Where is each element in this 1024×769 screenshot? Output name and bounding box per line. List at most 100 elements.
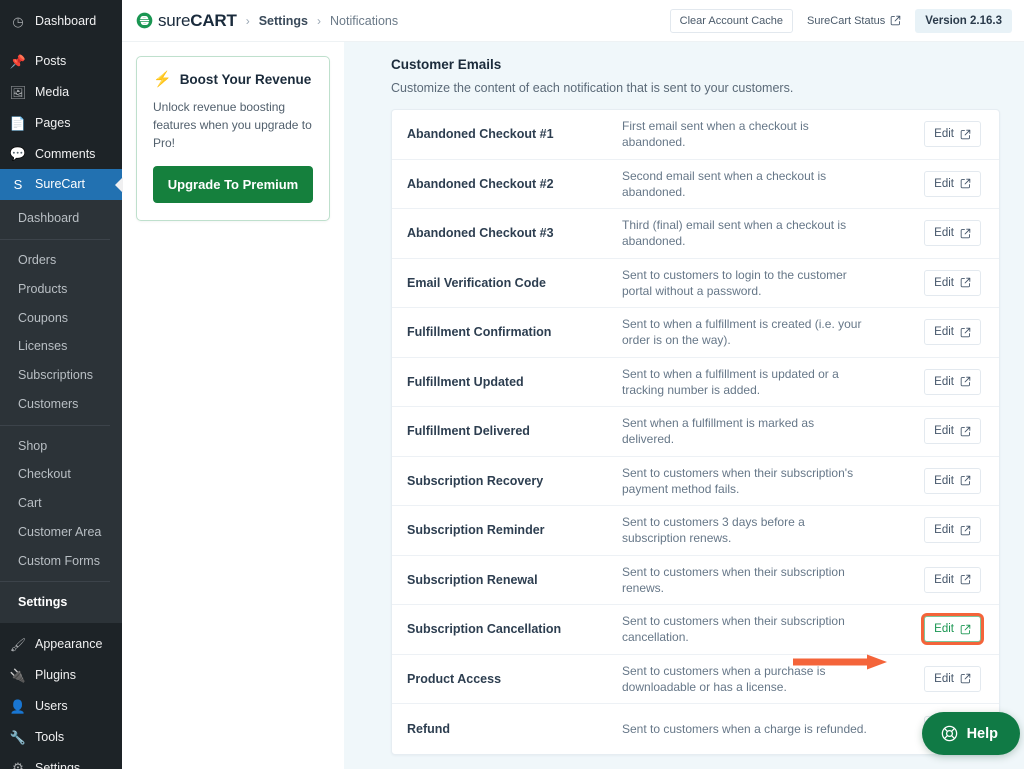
- help-label: Help: [967, 726, 998, 742]
- external-link-icon: [960, 277, 971, 288]
- external-link-icon: [960, 574, 971, 585]
- edit-button-label: Edit: [934, 623, 954, 635]
- notification-name: Abandoned Checkout #1: [407, 127, 622, 141]
- brush-icon: 🖌: [9, 638, 27, 651]
- edit-button-label: Edit: [934, 326, 954, 338]
- edit-button-label: Edit: [934, 524, 954, 536]
- edit-button[interactable]: Edit: [924, 220, 981, 246]
- submenu-item-licenses[interactable]: Licenses: [0, 332, 122, 361]
- external-link-icon: [960, 525, 971, 536]
- surecart-logo[interactable]: sureCART: [136, 11, 237, 31]
- wp-menu-item-tools[interactable]: 🔧 Tools: [0, 722, 122, 753]
- wp-menu-item-label: Comments: [35, 146, 95, 163]
- promo-title: Boost Your Revenue: [180, 72, 312, 87]
- edit-button[interactable]: Edit: [924, 319, 981, 345]
- submenu-divider: [0, 239, 110, 240]
- edit-button[interactable]: Edit: [924, 666, 981, 692]
- wp-menu-item-posts[interactable]: 📌Posts: [0, 46, 122, 77]
- submenu-item-customer-area[interactable]: Customer Area: [0, 518, 122, 547]
- wp-menu-item-comments[interactable]: 💬Comments: [0, 139, 122, 170]
- wp-admin-top-menu: ◷ Dashboard 📌Posts🖼Media📄Pages💬CommentsSSu…: [0, 6, 122, 200]
- table-row: Subscription RecoverySent to customers w…: [392, 457, 999, 507]
- edit-button[interactable]: Edit: [924, 616, 981, 642]
- table-row: Fulfillment ConfirmationSent to when a f…: [392, 308, 999, 358]
- notification-description: Sent to customers when their subscriptio…: [622, 465, 882, 497]
- submenu-item-checkout[interactable]: Checkout: [0, 460, 122, 489]
- edit-button-label: Edit: [934, 178, 954, 190]
- edit-button-label: Edit: [934, 574, 954, 586]
- external-link-icon: [960, 228, 971, 239]
- submenu-item-cart[interactable]: Cart: [0, 489, 122, 518]
- notification-description: Sent when a fulfillment is marked as del…: [622, 415, 882, 447]
- edit-button[interactable]: Edit: [924, 121, 981, 147]
- row-actions: Edit: [924, 616, 981, 642]
- notification-description: Sent to customers to login to the custom…: [622, 267, 882, 299]
- wp-menu-item-plugins[interactable]: 🔌Plugins: [0, 660, 122, 691]
- edit-button[interactable]: Edit: [924, 369, 981, 395]
- brand-wordmark: sureCART: [158, 11, 237, 31]
- edit-button-label: Edit: [934, 128, 954, 140]
- wp-menu-item-dashboard[interactable]: ◷ Dashboard: [0, 6, 122, 37]
- brand-word-light: sure: [158, 11, 190, 30]
- wp-menu-item-label: Dashboard: [35, 13, 96, 30]
- wp-menu-item-surecart[interactable]: SSureCart: [0, 169, 122, 200]
- wp-menu-item-pages[interactable]: 📄Pages: [0, 108, 122, 139]
- main-region: sureCART › Settings › Notifications Clea…: [122, 0, 1024, 769]
- notification-name: Subscription Cancellation: [407, 622, 622, 636]
- external-link-icon: [960, 673, 971, 684]
- table-row: Fulfillment UpdatedSent to when a fulfil…: [392, 358, 999, 408]
- wp-admin-lower-menu: 🖌Appearance🔌Plugins👤Users 🔧 Tools ⚙Settings…: [0, 629, 122, 769]
- row-actions: Edit: [924, 567, 981, 593]
- submenu-item-settings[interactable]: Settings: [0, 588, 122, 617]
- edit-button-label: Edit: [934, 673, 954, 685]
- notification-description: Sent to customers when a charge is refun…: [622, 721, 882, 737]
- submenu-item-subscriptions[interactable]: Subscriptions: [0, 361, 122, 390]
- clear-account-cache-button[interactable]: Clear Account Cache: [670, 9, 793, 33]
- notifications-list: Abandoned Checkout #1First email sent wh…: [391, 109, 1000, 755]
- surecart-status-label: SureCart Status: [807, 15, 885, 27]
- edit-button[interactable]: Edit: [924, 270, 981, 296]
- table-row: Abandoned Checkout #2Second email sent w…: [392, 160, 999, 210]
- surecart-status-link[interactable]: SureCart Status: [807, 15, 901, 27]
- app-root: ◷Dashboard📌Posts🖼Media📄Pages💬CommentsSSu…: [0, 0, 1024, 769]
- version-badge: Version 2.16.3: [915, 9, 1012, 33]
- breadcrumb-notifications[interactable]: Notifications: [330, 14, 398, 28]
- upgrade-to-premium-button[interactable]: Upgrade To Premium: [153, 166, 313, 203]
- row-actions: Edit: [924, 220, 981, 246]
- pin-icon: 📌: [9, 55, 27, 68]
- submenu-item-products[interactable]: Products: [0, 275, 122, 304]
- edit-button[interactable]: Edit: [924, 418, 981, 444]
- edit-button[interactable]: Edit: [924, 517, 981, 543]
- table-row: Abandoned Checkout #1First email sent wh…: [392, 110, 999, 160]
- wp-menu-item-label: Tools: [35, 729, 64, 746]
- submenu-item-custom-forms[interactable]: Custom Forms: [0, 547, 122, 576]
- wp-menu-item-label: Media: [35, 84, 69, 101]
- wp-menu-item-appearance[interactable]: 🖌Appearance: [0, 629, 122, 660]
- notification-name: Email Verification Code: [407, 276, 622, 290]
- wrench-icon: 🔧: [9, 731, 27, 744]
- submenu-item-coupons[interactable]: Coupons: [0, 304, 122, 333]
- help-button[interactable]: Help: [922, 712, 1020, 755]
- row-actions: Edit: [924, 468, 981, 494]
- submenu-divider: [0, 425, 110, 426]
- wp-menu-item-label: Plugins: [35, 667, 76, 684]
- edit-button-label: Edit: [934, 277, 954, 289]
- row-actions: Edit: [924, 319, 981, 345]
- submenu-item-orders[interactable]: Orders: [0, 246, 122, 275]
- breadcrumb-settings[interactable]: Settings: [259, 14, 308, 28]
- brand-word-bold: CART: [190, 11, 236, 30]
- submenu-item-shop[interactable]: Shop: [0, 432, 122, 461]
- surecart-submenu: Dashboard OrdersProductsCouponsLicensesSu…: [0, 200, 122, 623]
- edit-button-label: Edit: [934, 425, 954, 437]
- edit-button[interactable]: Edit: [924, 468, 981, 494]
- edit-button[interactable]: Edit: [924, 171, 981, 197]
- submenu-item-dashboard[interactable]: Dashboard: [0, 204, 122, 233]
- submenu-item-customers[interactable]: Customers: [0, 390, 122, 419]
- notification-description: Third (final) email sent when a checkout…: [622, 217, 882, 249]
- wp-menu-item-users[interactable]: 👤Users: [0, 691, 122, 722]
- wp-menu-item-settings[interactable]: ⚙Settings: [0, 753, 122, 769]
- edit-button[interactable]: Edit: [924, 567, 981, 593]
- dashboard-icon: ◷: [9, 15, 27, 28]
- wp-menu-item-media[interactable]: 🖼Media: [0, 77, 122, 108]
- surecart-icon: S: [9, 178, 27, 191]
